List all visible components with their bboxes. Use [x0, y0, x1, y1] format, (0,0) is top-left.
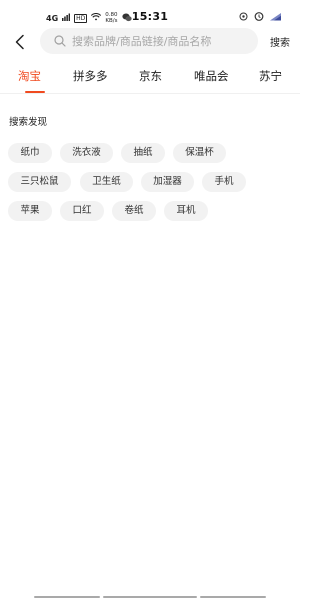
discover-tag[interactable]: 耳机 [164, 201, 208, 221]
chevron-left-icon [15, 34, 24, 50]
discover-tag[interactable]: 加湿器 [141, 172, 194, 192]
search-input[interactable] [72, 34, 242, 48]
nav-gesture-bar-right [200, 596, 266, 598]
back-button[interactable] [8, 30, 32, 54]
alarm-icon [254, 11, 264, 24]
search-discover-title: 搜索发现 [9, 117, 48, 128]
discover-tag[interactable]: 手机 [202, 172, 246, 192]
discover-tag[interactable]: 卷纸 [112, 201, 156, 221]
search-bar[interactable] [40, 28, 258, 54]
discover-tag[interactable]: 抽纸 [121, 143, 165, 163]
nav-gesture-bar-left [34, 596, 100, 598]
nav-gesture-bar-center[interactable] [103, 596, 197, 598]
discover-tag[interactable]: 纸巾 [8, 143, 52, 163]
discover-tag[interactable]: 三只松鼠 [8, 172, 71, 192]
tab-jingdong[interactable]: 京东 [139, 68, 162, 84]
tab-suning[interactable]: 苏宁 [259, 68, 282, 84]
discover-tag[interactable]: 苹果 [8, 201, 52, 221]
tab-taobao[interactable]: 淘宝 [18, 68, 41, 84]
search-button[interactable]: 搜索 [270, 34, 290, 49]
discover-tag[interactable]: 洗衣液 [60, 143, 113, 163]
status-right-icons [239, 11, 284, 24]
active-tab-indicator [25, 91, 45, 93]
search-header: 搜索 [0, 26, 300, 58]
tab-vipshop[interactable]: 唯品会 [194, 68, 229, 84]
tab-pinduoduo[interactable]: 拼多多 [73, 68, 108, 84]
location-icon [239, 11, 248, 24]
discover-tag[interactable]: 卫生纸 [80, 172, 133, 192]
search-icon [54, 35, 66, 47]
platform-tabs: 淘宝 拼多多 京东 唯品会 苏宁 [0, 60, 300, 94]
discover-tag[interactable]: 保温杯 [173, 143, 226, 163]
battery-icon [270, 11, 284, 24]
discover-tag[interactable]: 口红 [60, 201, 104, 221]
